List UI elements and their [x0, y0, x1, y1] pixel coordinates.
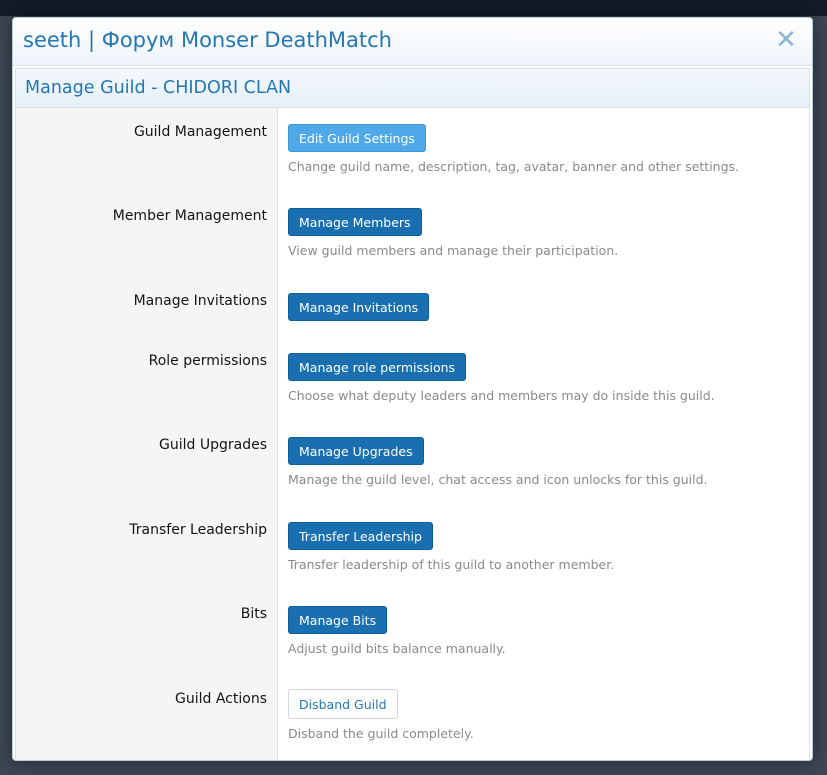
- guild-manage-modal: seeth | Форум Monser DeathMatch ✕ Manage…: [12, 17, 813, 761]
- label-column: [16, 108, 278, 760]
- manage-bits-button[interactable]: Manage Bits: [288, 606, 388, 634]
- modal-title: seeth | Форум Monser DeathMatch: [23, 28, 392, 52]
- row-description: Choose what deputy leaders and members m…: [288, 388, 715, 403]
- modal-header: seeth | Форум Monser DeathMatch ✕: [13, 18, 812, 66]
- row-description: Disband the guild completely.: [288, 726, 474, 741]
- row-label: Role permissions: [148, 353, 267, 369]
- row-label: Bits: [240, 606, 267, 622]
- disband-guild-button[interactable]: Disband Guild: [288, 689, 398, 719]
- row-label: Member Management: [112, 208, 267, 224]
- manage-upgrades-button[interactable]: Manage Upgrades: [288, 437, 424, 465]
- edit-guild-settings-button[interactable]: Edit Guild Settings: [288, 124, 426, 152]
- row-label: Guild Actions: [175, 691, 267, 707]
- row-description: Change guild name, description, tag, ava…: [288, 159, 740, 174]
- transfer-leadership-button[interactable]: Transfer Leadership: [288, 522, 433, 550]
- row-label: Guild Management: [133, 124, 267, 140]
- section-header: Manage Guild - CHIDORI CLAN: [16, 69, 809, 108]
- row-label: Guild Upgrades: [159, 437, 267, 453]
- manage-invitations-button[interactable]: Manage Invitations: [288, 293, 430, 321]
- row-description: Manage the guild level, chat access and …: [288, 472, 708, 487]
- row-description: Adjust guild bits balance manually.: [288, 641, 506, 656]
- manage-role-permissions-button[interactable]: Manage role permissions: [288, 353, 467, 381]
- row-label: Manage Invitations: [133, 293, 267, 309]
- manage-members-button[interactable]: Manage Members: [288, 208, 422, 236]
- section-title: Manage Guild - CHIDORI CLAN: [25, 78, 292, 98]
- close-icon[interactable]: ✕: [774, 27, 798, 53]
- manage-guild-section: Manage Guild - CHIDORI CLAN Guild Manage…: [15, 68, 810, 760]
- row-description: View guild members and manage their part…: [288, 243, 619, 258]
- settings-rows: Guild Management Edit Guild Settings Cha…: [16, 108, 809, 760]
- row-description: Transfer leadership of this guild to ano…: [288, 557, 615, 572]
- row-label: Transfer Leadership: [129, 522, 267, 538]
